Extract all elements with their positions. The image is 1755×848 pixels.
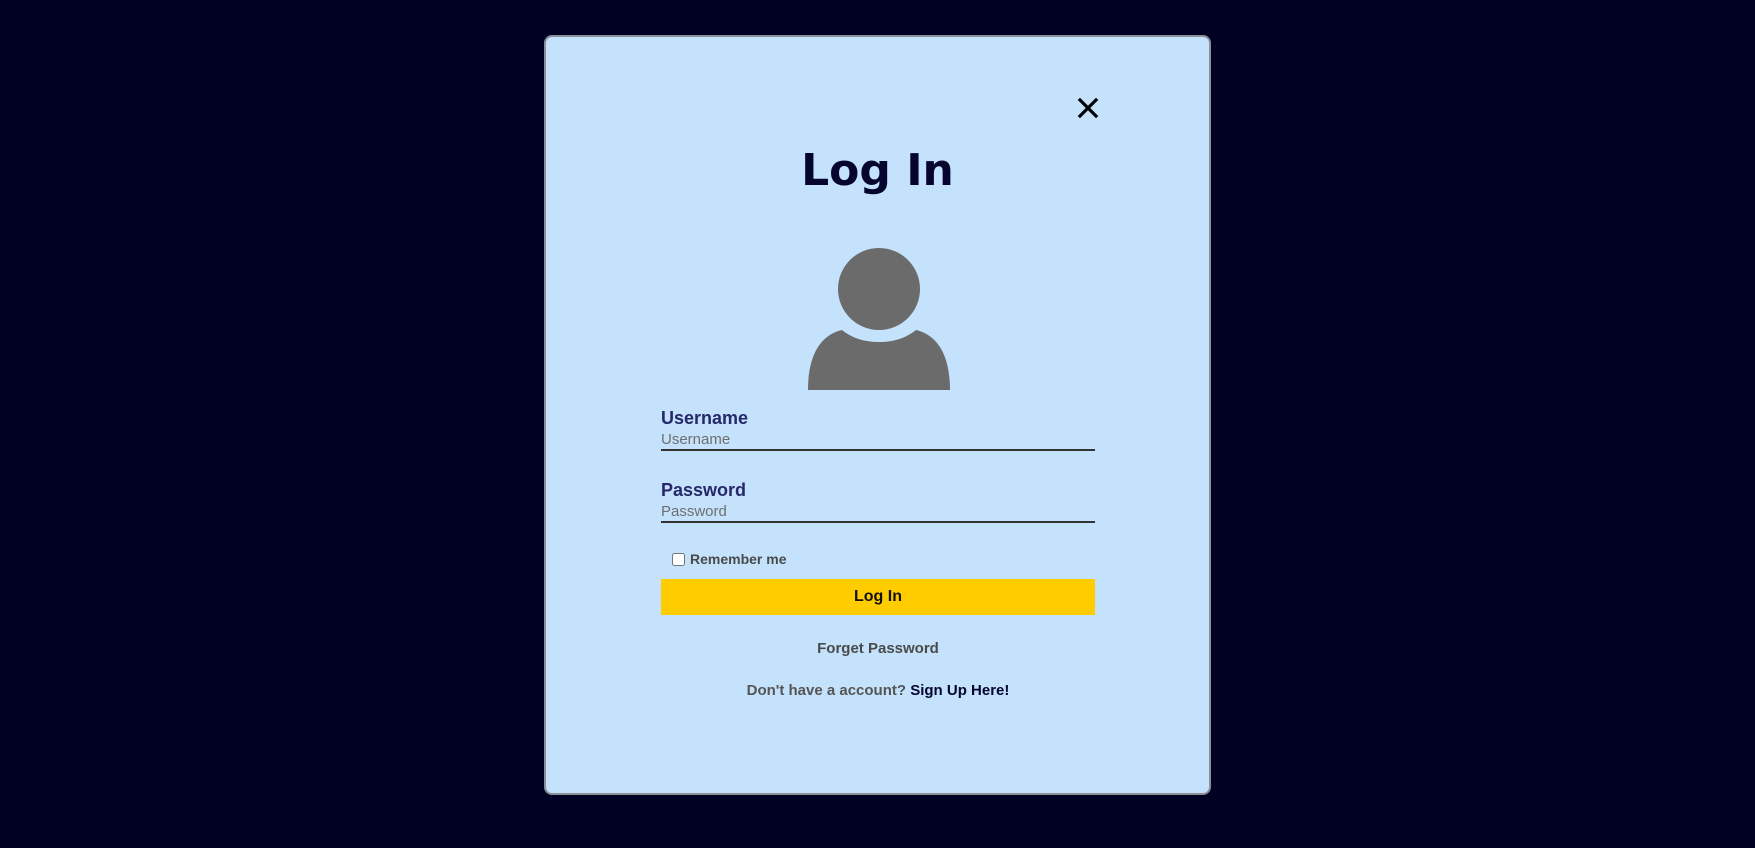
password-input[interactable]	[661, 501, 1095, 523]
password-label: Password	[661, 480, 747, 500]
close-icon	[1077, 97, 1099, 119]
login-form: Username Password Remember me Log In For…	[661, 407, 1095, 699]
login-button[interactable]: Log In	[661, 579, 1095, 615]
signup-link[interactable]: Sign Up Here!	[910, 682, 1009, 699]
login-modal: Log In Username Password Remember me Log…	[544, 35, 1211, 795]
username-input[interactable]	[661, 429, 1095, 451]
remember-me-row: Remember me	[672, 551, 1095, 567]
forgot-password-link[interactable]: Forget Password	[661, 640, 1095, 657]
remember-me-checkbox[interactable]	[672, 552, 685, 566]
username-label: Username	[661, 408, 749, 428]
signup-prompt: Don't have a account?	[746, 682, 911, 699]
user-avatar-icon	[808, 248, 950, 390]
close-button[interactable]	[1073, 93, 1103, 123]
modal-title: Log In	[801, 145, 954, 196]
remember-me-label: Remember me	[690, 551, 787, 567]
signup-row: Don't have a account? Sign Up Here!	[661, 682, 1095, 699]
